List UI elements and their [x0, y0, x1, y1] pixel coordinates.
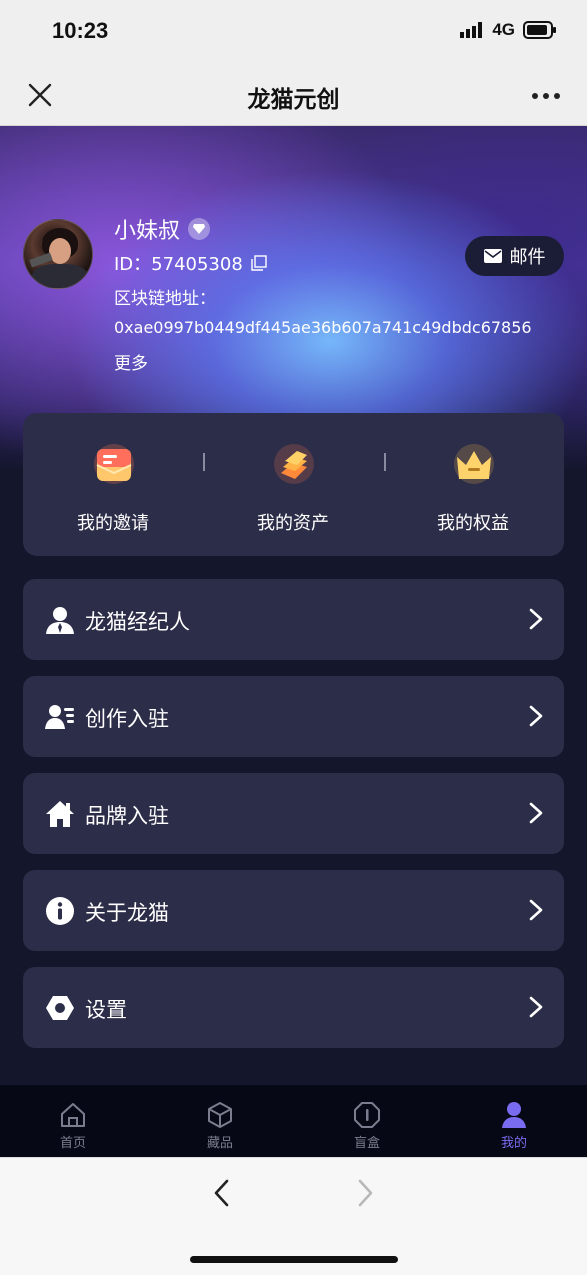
quick-invite[interactable]: 我的邀请 — [23, 413, 203, 556]
box-icon — [208, 1102, 232, 1128]
chain-address: 0xae0997b0449df445ae36b607a741c49dbdc678… — [114, 318, 532, 337]
tab-mine-label: 我的 — [500, 1136, 527, 1151]
chevron-right-icon — [529, 705, 543, 727]
crown-icon — [454, 444, 494, 484]
chevron-right-icon — [529, 608, 543, 630]
chevron-right-icon — [529, 899, 543, 921]
tab-collection-label: 藏品 — [206, 1136, 233, 1151]
info-icon — [46, 897, 74, 925]
avatar[interactable] — [23, 219, 93, 289]
more-link[interactable]: 更多 — [114, 349, 148, 374]
tab-mine[interactable]: 我的 — [441, 1085, 587, 1157]
house-icon — [46, 801, 74, 827]
back-arrow-icon[interactable] — [210, 1178, 234, 1208]
quick-assets-label: 我的资产 — [257, 513, 329, 534]
menu-about-label: 关于龙猫 — [85, 901, 169, 925]
status-indicators: 4G — [460, 20, 557, 40]
chevron-right-icon — [529, 802, 543, 824]
more-icon[interactable] — [531, 92, 561, 100]
gold-bars-icon — [274, 444, 314, 484]
menu-creator[interactable]: 创作入驻 — [23, 676, 564, 757]
browser-toolbar — [0, 1157, 587, 1275]
quick-benefits-label: 我的权益 — [437, 513, 509, 534]
quick-assets[interactable]: 我的资产 — [203, 413, 383, 556]
forward-arrow-icon[interactable] — [353, 1178, 377, 1208]
network-type: 4G — [492, 20, 515, 39]
menu-agent-label: 龙猫经纪人 — [85, 610, 190, 634]
agent-person-icon — [46, 607, 74, 634]
user-icon — [502, 1102, 526, 1128]
menu-brand[interactable]: 品牌入驻 — [23, 773, 564, 854]
mail-button[interactable]: 邮件 — [465, 236, 564, 276]
home-indicator — [190, 1256, 398, 1263]
quick-actions-card: 我的邀请 我的资产 我的权益 — [23, 413, 564, 556]
username: 小妹叔 — [114, 219, 181, 244]
home-icon — [61, 1103, 85, 1127]
page-title: 龙猫元创 — [247, 87, 340, 113]
menu-agent[interactable]: 龙猫经纪人 — [23, 579, 564, 660]
tab-blind-box-label: 盲盒 — [353, 1136, 380, 1151]
menu-settings-label: 设置 — [85, 998, 127, 1022]
signal-icon — [460, 22, 483, 38]
mail-label: 邮件 — [509, 247, 546, 268]
diamond-icon — [188, 218, 211, 240]
menu-settings[interactable]: 设置 — [23, 967, 564, 1048]
battery-icon — [523, 21, 556, 39]
status-bar: 10:23 4G — [0, 0, 587, 62]
tab-blind-box[interactable]: 盲盒 — [294, 1085, 440, 1157]
blind-box-icon — [354, 1102, 380, 1128]
creator-list-icon — [45, 705, 74, 729]
tab-home[interactable]: 首页 — [0, 1085, 146, 1157]
nav-bar: 龙猫元创 — [0, 62, 587, 126]
menu-creator-label: 创作入驻 — [85, 707, 169, 731]
invite-envelope-icon — [94, 444, 134, 484]
chain-address-label: 区块链地址： — [114, 289, 216, 309]
menu-brand-label: 品牌入驻 — [85, 804, 169, 828]
divider — [384, 453, 386, 471]
user-id-row: ID：57405308 — [114, 250, 267, 276]
menu-about[interactable]: 关于龙猫 — [23, 870, 564, 951]
quick-invite-label: 我的邀请 — [77, 513, 149, 534]
tab-collection[interactable]: 藏品 — [147, 1085, 293, 1157]
tab-home-label: 首页 — [59, 1136, 86, 1151]
username-row: 小妹叔 — [114, 213, 211, 245]
quick-benefits[interactable]: 我的权益 — [383, 413, 563, 556]
copy-icon[interactable] — [251, 255, 267, 271]
settings-hexagon-icon — [46, 996, 74, 1020]
mail-icon — [483, 249, 502, 263]
status-time: 10:23 — [52, 18, 109, 43]
bottom-tab-bar: 首页 藏品 盲盒 我的 — [0, 1085, 587, 1157]
divider — [203, 453, 205, 471]
user-id: ID：57405308 — [114, 254, 243, 275]
chevron-right-icon — [529, 996, 543, 1018]
